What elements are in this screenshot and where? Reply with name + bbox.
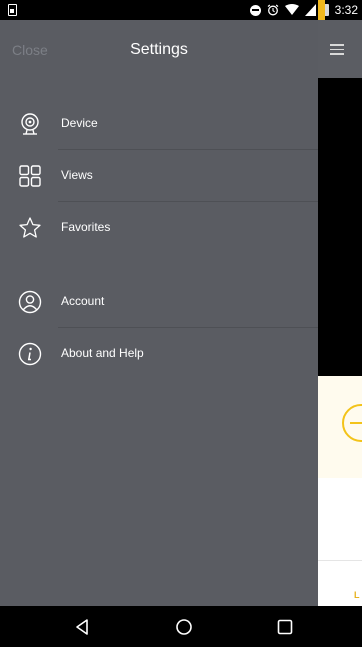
menu-item-favorites[interactable]: Favorites (0, 202, 318, 254)
settings-menu: Device Views Favorites Account About and… (0, 98, 318, 380)
hamburger-menu-icon[interactable] (330, 44, 344, 58)
drawer-header: Close Settings (0, 20, 318, 78)
grid-icon (19, 165, 41, 187)
camera-feed[interactable] (318, 78, 362, 396)
menu-item-label: Device (61, 116, 98, 130)
home-icon[interactable] (173, 616, 195, 638)
divider (318, 560, 362, 561)
back-icon[interactable] (72, 616, 94, 638)
recents-icon[interactable] (274, 616, 296, 638)
menu-item-views[interactable]: Views (0, 150, 318, 202)
do-not-disturb-icon (249, 4, 261, 16)
camera-icon (21, 113, 39, 135)
menu-item-device[interactable]: Device (0, 98, 318, 150)
system-nav-bar (0, 606, 362, 647)
star-icon (19, 217, 41, 238)
status-time: 3:32 (334, 3, 358, 17)
main-header (318, 20, 362, 78)
menu-item-label: Account (61, 294, 105, 308)
status-bar: 3:32 (0, 0, 362, 20)
settings-drawer: Close Settings Device Views Favorites Ac… (0, 20, 318, 606)
menu-spacer (0, 254, 318, 276)
info-icon (18, 342, 42, 366)
wifi-icon (284, 4, 299, 15)
page-title: Settings (130, 41, 188, 58)
menu-item-account[interactable]: Account (0, 276, 318, 328)
menu-item-about-help[interactable]: About and Help (0, 328, 318, 380)
status-icons: 3:32 (249, 0, 358, 20)
notification-icon (8, 4, 17, 16)
menu-item-label: About and Help (61, 346, 144, 360)
menu-item-label: Favorites (61, 220, 111, 234)
signal-icon (304, 4, 316, 16)
partial-label[interactable]: L (354, 590, 360, 600)
menu-item-label: Views (61, 168, 93, 182)
alarm-icon (267, 4, 279, 16)
user-icon (18, 290, 42, 314)
main-content-peek[interactable]: L (318, 20, 362, 606)
accent-strip (318, 0, 325, 20)
